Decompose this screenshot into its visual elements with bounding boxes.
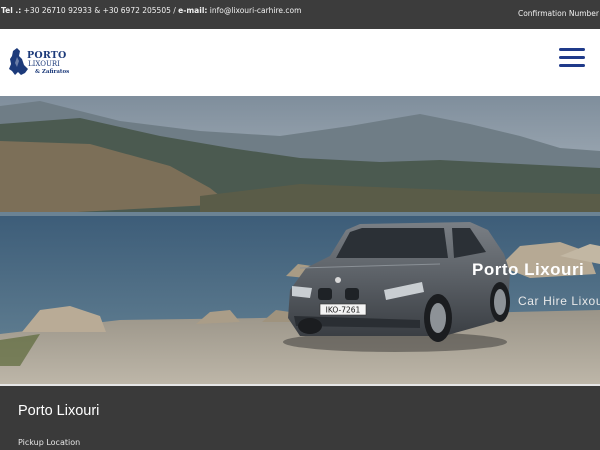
booking-heading: Porto Lixouri [18,403,100,419]
hamburger-menu-icon[interactable] [559,48,587,70]
logo-line-zafiratos: & Zafiratos [35,69,70,75]
license-plate-text: IKO-7261 [326,306,361,315]
hero-landscape-image: IKO-7261 [0,96,600,384]
hero-title: Porto Lixouri [472,260,585,279]
pickup-location-label: Pickup Location [18,438,81,447]
tel-label: Tel .: [1,6,22,15]
hero-banner: IKO-7261 Porto Lixouri Car Hire Lixouri [0,96,600,384]
confirmation-number-link[interactable]: Confirmation Number [518,9,599,18]
email-link[interactable]: info@lixouri-carhire.com [207,6,302,15]
phone-numbers[interactable]: +30 26710 92933 & +30 6972 205505 / [21,6,178,15]
top-contact-bar: Tel .: +30 26710 92933 & +30 6972 205505… [0,0,600,29]
contact-info: Tel .: +30 26710 92933 & +30 6972 205505… [1,6,301,15]
site-header: PORTO LIXOURI & Zafiratos [0,29,600,96]
hero-subtitle: Car Hire Lixouri [518,294,600,308]
site-logo[interactable]: PORTO LIXOURI & Zafiratos [7,45,77,81]
email-label: e-mail: [178,6,208,15]
logo-line-lixouri: LIXOURI [28,60,60,68]
booking-section: Porto Lixouri Pickup Location [0,386,600,450]
